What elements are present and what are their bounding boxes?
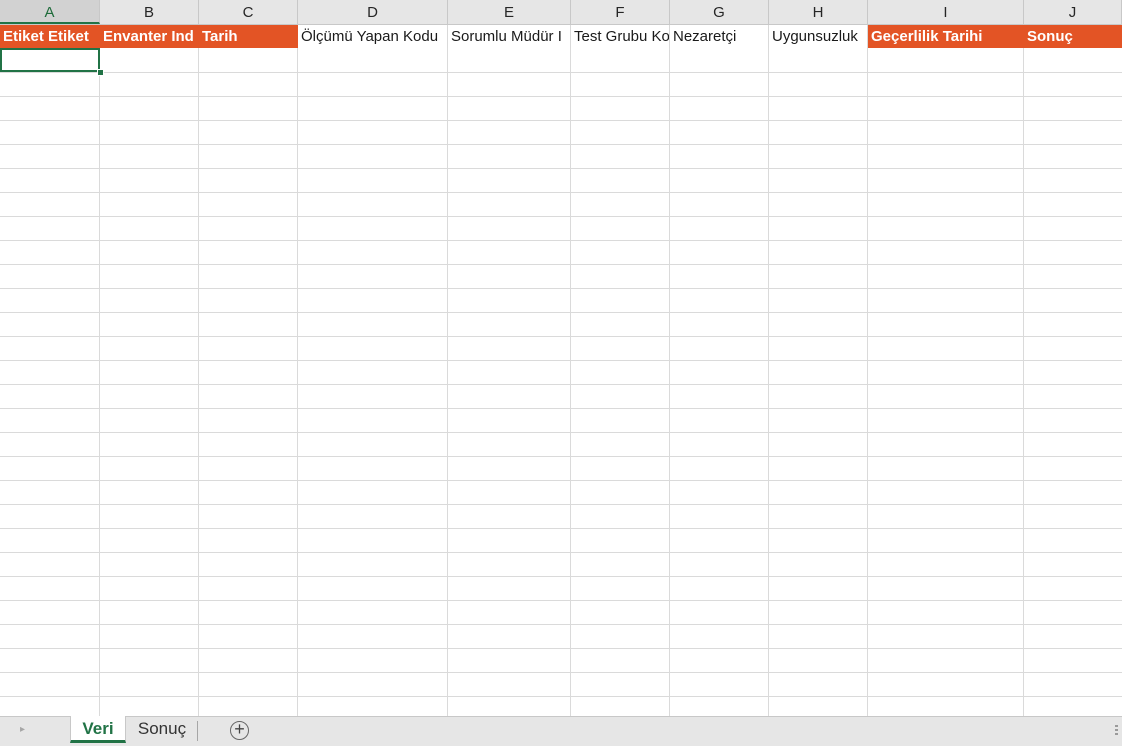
- scrollbar-grip-icon[interactable]: [1115, 725, 1118, 737]
- column-header-bar: ABCDEFGHIJ: [0, 0, 1122, 25]
- gridline-horizontal: [0, 456, 1122, 457]
- gridline-horizontal: [0, 504, 1122, 505]
- header-cell-a[interactable]: Etiket Etiket: [0, 25, 100, 48]
- header-cell-h[interactable]: Uygunsuzluk: [769, 25, 868, 48]
- tab-sonuc[interactable]: Sonuç: [130, 716, 194, 743]
- gridline-horizontal: [0, 624, 1122, 625]
- gridline-horizontal: [0, 384, 1122, 385]
- column-header-i[interactable]: I: [868, 0, 1024, 24]
- cell-grid[interactable]: [0, 48, 1122, 716]
- gridline-horizontal: [0, 72, 1122, 73]
- column-header-c[interactable]: C: [199, 0, 298, 24]
- gridline-horizontal: [0, 168, 1122, 169]
- gridline-horizontal: [0, 648, 1122, 649]
- tab-divider: [197, 721, 198, 741]
- column-header-b[interactable]: B: [100, 0, 199, 24]
- gridline-vertical: [1023, 48, 1024, 716]
- column-header-f[interactable]: F: [571, 0, 670, 24]
- header-cell-j[interactable]: Sonuç: [1024, 25, 1122, 48]
- gridline-horizontal: [0, 480, 1122, 481]
- gridline-horizontal: [0, 408, 1122, 409]
- header-cell-c[interactable]: Tarih: [199, 25, 298, 48]
- column-header-g[interactable]: G: [670, 0, 769, 24]
- header-cell-b[interactable]: Envanter Ind: [100, 25, 199, 48]
- header-cell-i[interactable]: Geçerlilik Tarihi: [868, 25, 1024, 48]
- gridline-horizontal: [0, 120, 1122, 121]
- gridline-horizontal: [0, 432, 1122, 433]
- gridline-horizontal: [0, 672, 1122, 673]
- gridline-horizontal: [0, 96, 1122, 97]
- gridline-vertical: [447, 48, 448, 716]
- sheet-nav-arrow-icon[interactable]: ▸: [20, 724, 25, 735]
- gridline-horizontal: [0, 552, 1122, 553]
- gridline-vertical: [198, 48, 199, 716]
- add-sheet-button[interactable]: +: [230, 720, 249, 740]
- column-header-e[interactable]: E: [448, 0, 571, 24]
- gridline-vertical: [669, 48, 670, 716]
- gridline-vertical: [867, 48, 868, 716]
- gridline-horizontal: [0, 216, 1122, 217]
- selected-cell[interactable]: [0, 48, 100, 72]
- gridline-vertical: [570, 48, 571, 716]
- gridline-vertical: [768, 48, 769, 716]
- header-cell-d[interactable]: Ölçümü Yapan Kodu: [298, 25, 448, 48]
- gridline-horizontal: [0, 696, 1122, 697]
- gridline-horizontal: [0, 360, 1122, 361]
- header-cell-e[interactable]: Sorumlu Müdür I: [448, 25, 571, 48]
- gridline-vertical: [99, 48, 100, 716]
- column-header-d[interactable]: D: [298, 0, 448, 24]
- header-cell-g[interactable]: Nezaretçi: [670, 25, 769, 48]
- header-row: Etiket Etiket Envanter Ind Tarih Ölçümü Yap…: [0, 25, 1122, 48]
- gridline-horizontal: [0, 288, 1122, 289]
- gridline-horizontal: [0, 528, 1122, 529]
- gridline-horizontal: [0, 192, 1122, 193]
- gridline-horizontal: [0, 240, 1122, 241]
- column-header-h[interactable]: H: [769, 0, 868, 24]
- gridline-horizontal: [0, 312, 1122, 313]
- gridline-horizontal: [0, 264, 1122, 265]
- worksheet[interactable]: ABCDEFGHIJ Etiket Etiket Envanter Ind Tari…: [0, 0, 1122, 716]
- gridline-horizontal: [0, 600, 1122, 601]
- gridline-horizontal: [0, 576, 1122, 577]
- gridline-vertical: [297, 48, 298, 716]
- gridline-horizontal: [0, 144, 1122, 145]
- sheet-tab-bar: ▸ Veri Sonuç +: [0, 716, 1122, 746]
- fill-handle[interactable]: [97, 69, 104, 76]
- gridline-horizontal: [0, 336, 1122, 337]
- column-header-a[interactable]: A: [0, 0, 100, 24]
- tab-veri[interactable]: Veri: [70, 716, 126, 743]
- header-cell-f[interactable]: Test Grubu Ko: [571, 25, 670, 48]
- column-header-j[interactable]: J: [1024, 0, 1122, 24]
